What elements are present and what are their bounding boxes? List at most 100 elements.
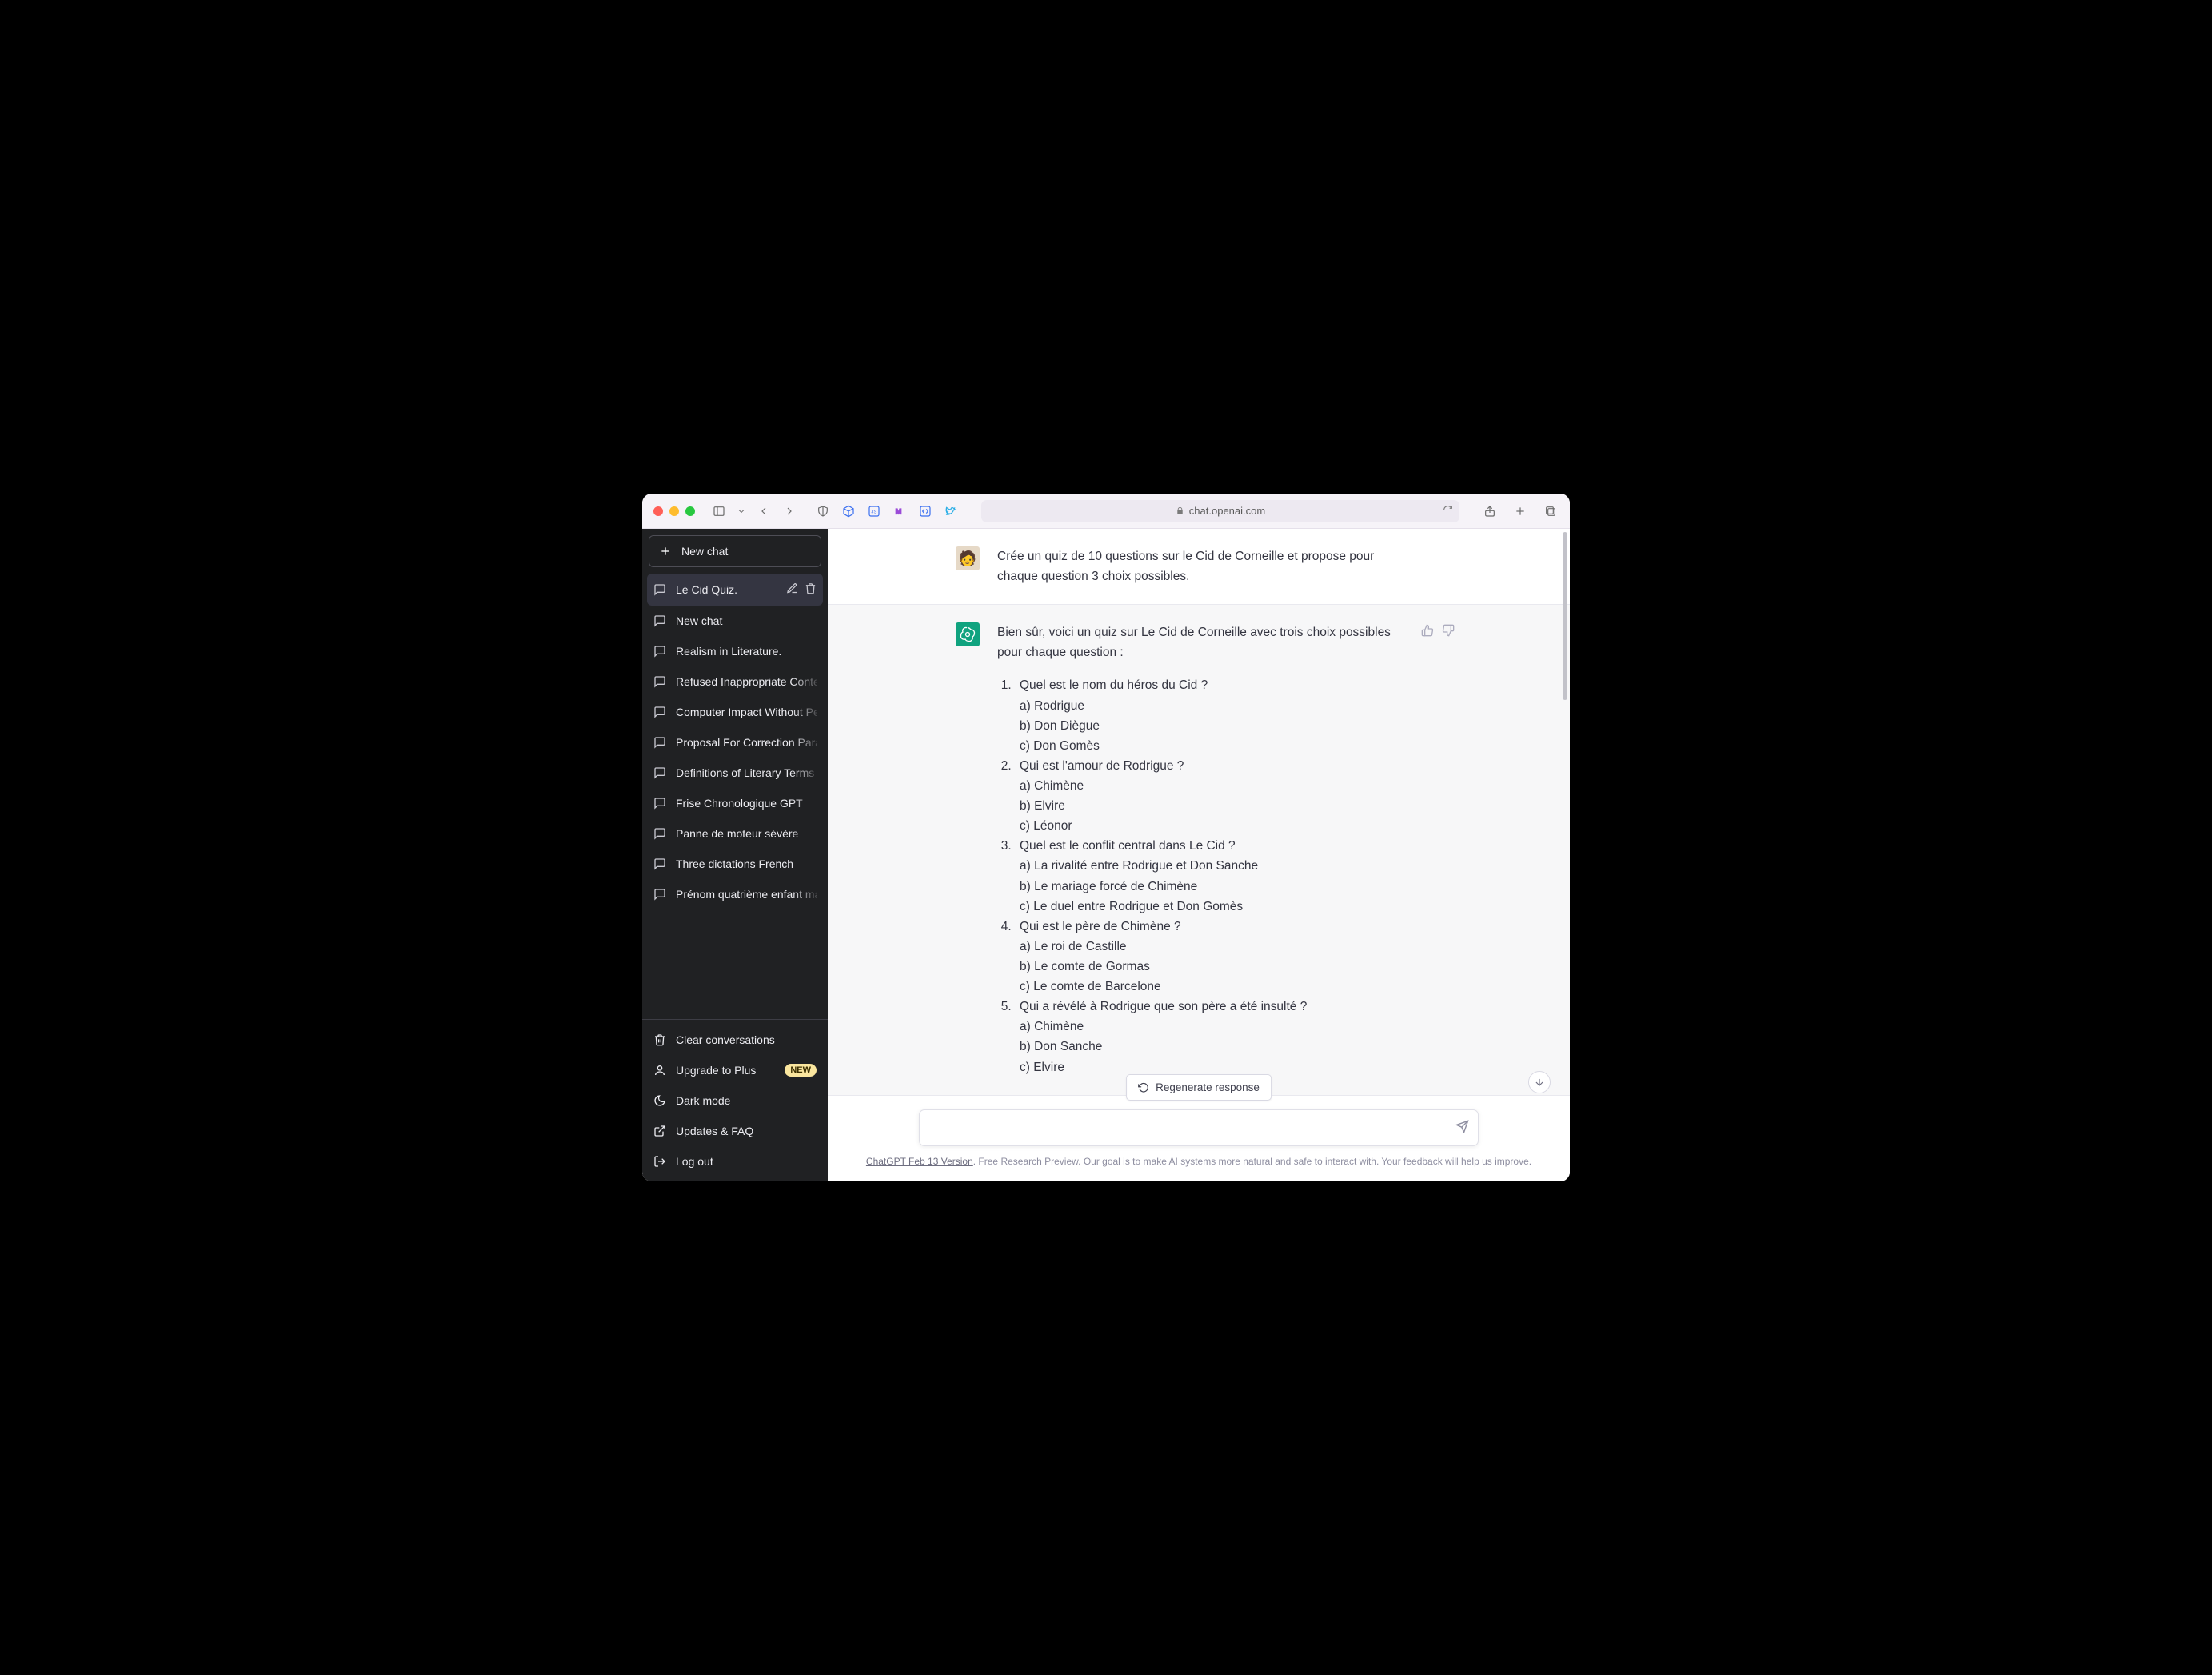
updates-faq-button[interactable]: Updates & FAQ — [647, 1116, 823, 1146]
send-button[interactable] — [1455, 1120, 1469, 1136]
person-icon — [653, 1064, 666, 1077]
quiz-list: Quel est le nom du héros du Cid ?a) Rodr… — [997, 675, 1410, 1077]
quiz-question-text: Qui est l'amour de Rodrigue ? — [1020, 756, 1410, 776]
ext-bracket-icon[interactable] — [917, 503, 933, 519]
sidebar-chat-item[interactable]: Le Cid Quiz. — [647, 574, 823, 606]
traffic-lights — [653, 506, 695, 516]
chat-item-label: Refused Inappropriate Content — [676, 675, 817, 688]
chat-bubble-icon — [653, 827, 666, 840]
chat-item-label: Frise Chronologique GPT — [676, 797, 817, 810]
quiz-choice: b) Le mariage forcé de Chimène — [1020, 877, 1410, 897]
scrollbar-thumb[interactable] — [1563, 532, 1567, 700]
message-input[interactable] — [931, 1121, 1441, 1135]
version-link[interactable]: ChatGPT Feb 13 Version — [866, 1156, 973, 1167]
logout-label: Log out — [676, 1155, 713, 1168]
quiz-choice: a) Le roi de Castille — [1020, 937, 1410, 957]
reload-button[interactable] — [1443, 505, 1453, 518]
regenerate-label: Regenerate response — [1156, 1081, 1260, 1093]
chat-item-label: Three dictations French — [676, 857, 817, 870]
rename-chat-button[interactable] — [786, 582, 798, 597]
quiz-question: Quel est le nom du héros du Cid ?a) Rodr… — [1015, 675, 1410, 755]
sidebar-chat-item[interactable]: Frise Chronologique GPT — [647, 788, 823, 818]
sidebar-chat-item[interactable]: Panne de moteur sévère — [647, 818, 823, 849]
thumbs-up-button[interactable] — [1421, 624, 1434, 639]
share-icon[interactable] — [1482, 503, 1498, 519]
minimize-window-button[interactable] — [669, 506, 679, 516]
quiz-choice: b) Elvire — [1020, 796, 1410, 816]
sidebar-chat-item[interactable]: Proposal For Correction Paragraph — [647, 727, 823, 758]
chat-item-label: Panne de moteur sévère — [676, 827, 817, 840]
quiz-choice: c) Léonor — [1020, 816, 1410, 836]
quiz-choice: a) Chimène — [1020, 776, 1410, 796]
dark-mode-label: Dark mode — [676, 1094, 730, 1107]
back-button[interactable] — [756, 503, 772, 519]
tabs-overview-icon[interactable] — [1543, 503, 1559, 519]
svg-text:M: M — [896, 507, 902, 515]
clear-conversations-label: Clear conversations — [676, 1033, 775, 1046]
sidebar-chat-item[interactable]: New chat — [647, 606, 823, 636]
quiz-choice: b) Le comte de Gormas — [1020, 957, 1410, 977]
scroll-to-bottom-button[interactable] — [1528, 1071, 1551, 1093]
ext-js-icon[interactable]: JS — [866, 503, 882, 519]
shield-half-icon[interactable] — [815, 503, 831, 519]
quiz-choice: a) Rodrigue — [1020, 696, 1410, 716]
sidebar-chat-item[interactable]: Three dictations French — [647, 849, 823, 879]
sidebar-chat-item[interactable]: Prénom quatrième enfant manquant — [647, 879, 823, 909]
upgrade-label: Upgrade to Plus — [676, 1064, 756, 1077]
sidebar-chat-item[interactable]: Realism in Literature. — [647, 636, 823, 666]
ext-cube-icon[interactable] — [840, 503, 856, 519]
thumbs-down-button[interactable] — [1442, 624, 1455, 639]
lock-icon — [1176, 506, 1184, 515]
chat-item-label: Computer Impact Without Peripherals — [676, 706, 817, 718]
chat-item-label: Prénom quatrième enfant manquant — [676, 888, 817, 901]
quiz-choices: a) Rodrigueb) Don Dièguec) Don Gomès — [1020, 696, 1410, 756]
new-tab-icon[interactable] — [1512, 503, 1528, 519]
chatgpt-app: New chat Le Cid Quiz.New chatRealism in … — [642, 529, 1570, 1181]
ext-bird-icon[interactable] — [943, 503, 959, 519]
user-message: 🧑 Crée un quiz de 10 questions sur le Ci… — [828, 529, 1570, 604]
zoom-window-button[interactable] — [685, 506, 695, 516]
quiz-question: Qui a révélé à Rodrigue que son père a é… — [1015, 997, 1410, 1077]
new-badge: NEW — [785, 1064, 817, 1077]
assistant-message: Bien sûr, voici un quiz sur Le Cid de Co… — [828, 604, 1570, 1095]
plus-icon — [659, 545, 672, 558]
ext-m-icon[interactable]: M — [892, 503, 908, 519]
updates-faq-label: Updates & FAQ — [676, 1125, 753, 1137]
url-text: chat.openai.com — [1189, 505, 1265, 517]
chat-item-label: Definitions of Literary Terms — [676, 766, 817, 779]
sidebar-chat-item[interactable]: Refused Inappropriate Content — [647, 666, 823, 697]
svg-text:JS: JS — [871, 510, 876, 514]
quiz-question-text: Qui a révélé à Rodrigue que son père a é… — [1020, 997, 1410, 1017]
delete-chat-button[interactable] — [805, 582, 817, 597]
clear-conversations-button[interactable]: Clear conversations — [647, 1025, 823, 1055]
browser-titlebar: JS M chat.openai.com — [642, 494, 1570, 529]
send-icon — [1455, 1120, 1469, 1133]
quiz-choice: c) Le comte de Barcelone — [1020, 977, 1410, 997]
new-chat-button[interactable]: New chat — [649, 535, 821, 567]
chat-bubble-icon — [653, 614, 666, 627]
logout-button[interactable]: Log out — [647, 1146, 823, 1177]
chat-bubble-icon — [653, 736, 666, 749]
assistant-message-content: Bien sûr, voici un quiz sur Le Cid de Co… — [997, 622, 1442, 1077]
message-input-box[interactable] — [919, 1109, 1479, 1146]
sidebar-chat-item[interactable]: Definitions of Literary Terms — [647, 758, 823, 788]
chat-bubble-icon — [653, 583, 666, 596]
chevron-down-icon[interactable] — [737, 503, 746, 519]
user-message-text: Crée un quiz de 10 questions sur le Cid … — [997, 546, 1442, 586]
sidebar-layout-icon[interactable] — [711, 503, 727, 519]
quiz-choice: a) Chimène — [1020, 1017, 1410, 1037]
footer-note: ChatGPT Feb 13 Version. Free Research Pr… — [828, 1156, 1570, 1167]
dark-mode-button[interactable]: Dark mode — [647, 1085, 823, 1116]
upgrade-to-plus-button[interactable]: Upgrade to Plus NEW — [647, 1055, 823, 1085]
forward-button[interactable] — [781, 503, 797, 519]
close-window-button[interactable] — [653, 506, 663, 516]
sidebar-chat-item[interactable]: Computer Impact Without Peripherals — [647, 697, 823, 727]
url-bar[interactable]: chat.openai.com — [981, 500, 1459, 522]
quiz-choices: a) Le roi de Castilleb) Le comte de Gorm… — [1020, 937, 1410, 997]
openai-logo-icon — [960, 626, 976, 642]
quiz-question-text: Quel est le conflit central dans Le Cid … — [1020, 836, 1410, 856]
conversation-thread[interactable]: 🧑 Crée un quiz de 10 questions sur le Ci… — [828, 529, 1570, 1103]
regenerate-response-button[interactable]: Regenerate response — [1126, 1074, 1272, 1101]
chat-item-label: Le Cid Quiz. — [676, 583, 777, 596]
main-panel: 🧑 Crée un quiz de 10 questions sur le Ci… — [828, 529, 1570, 1181]
